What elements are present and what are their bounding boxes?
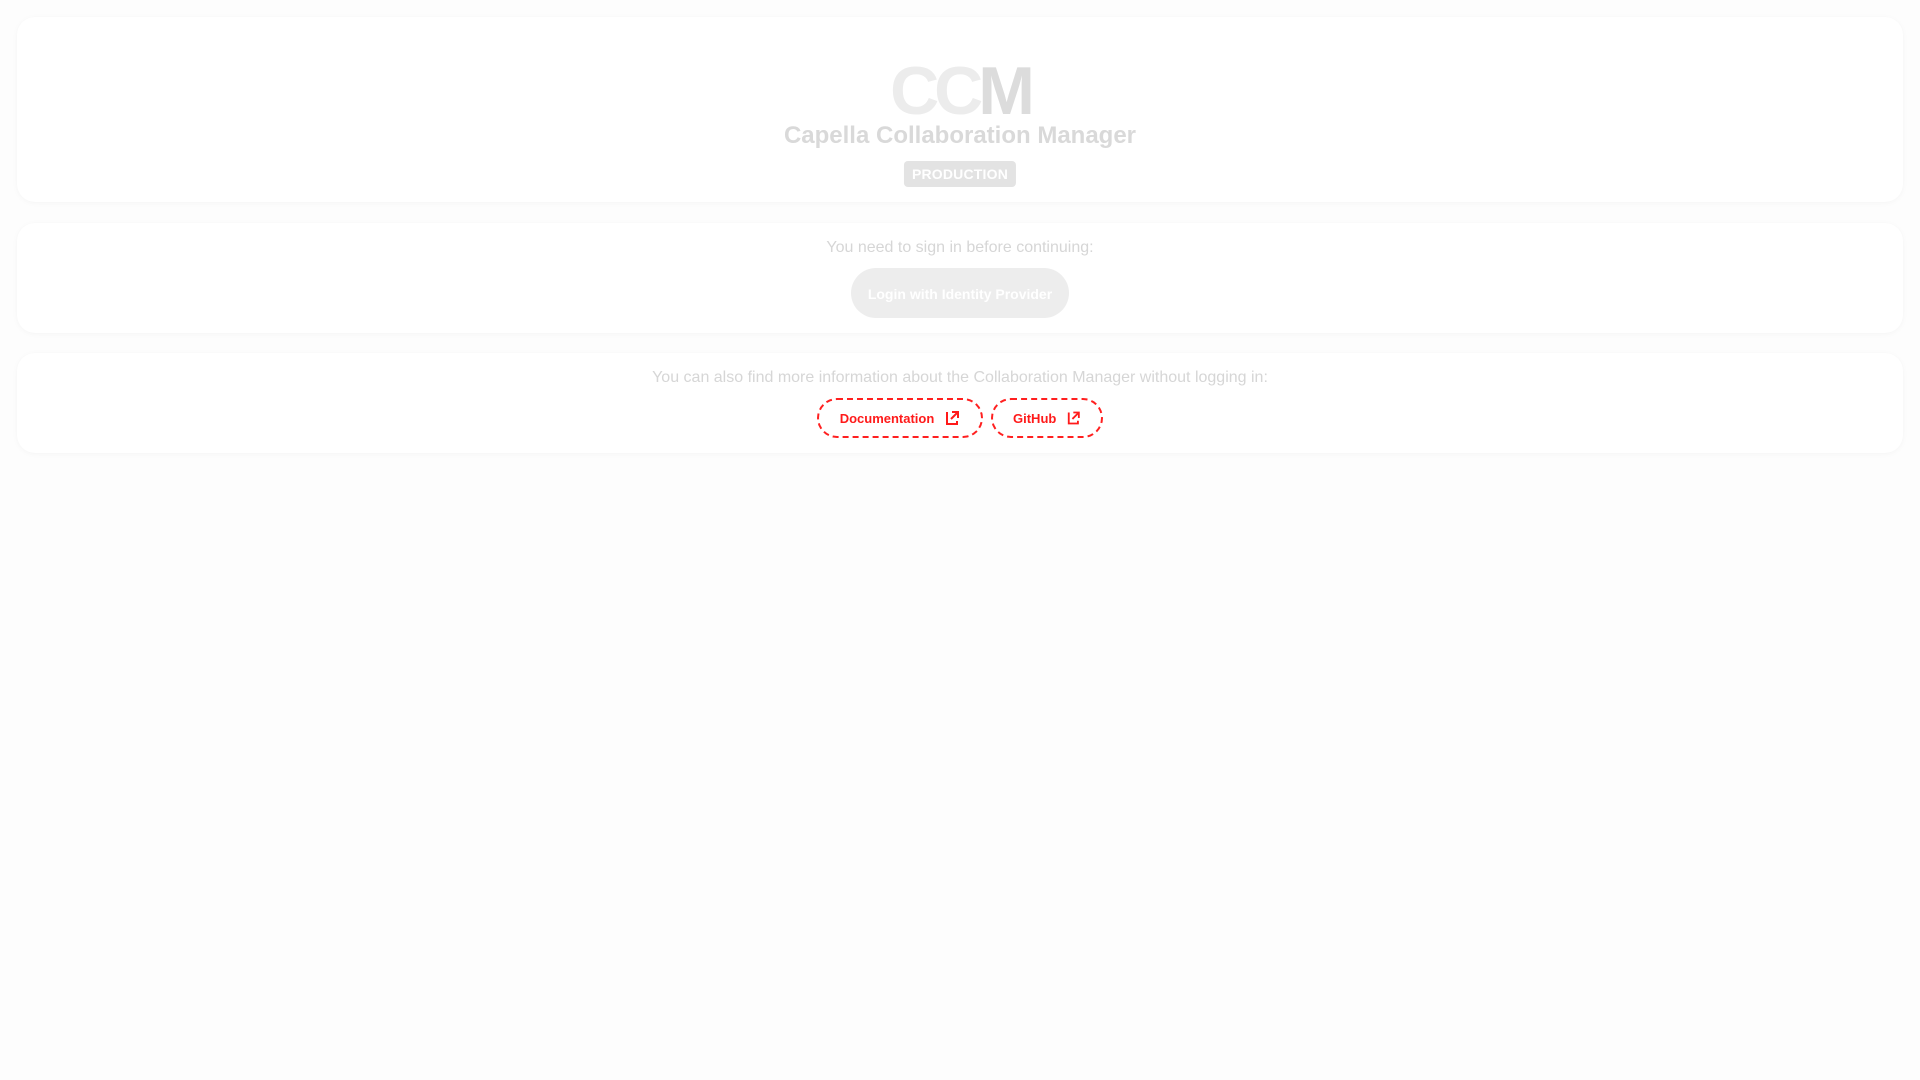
login-prompt: You need to sign in before continuing: xyxy=(826,239,1094,256)
github-link-label: GitHub xyxy=(1013,410,1057,426)
page: CCM Capella Collaboration Manager PRODUC… xyxy=(0,0,1920,1080)
logo-m: M xyxy=(978,53,1035,129)
open-in-new-icon xyxy=(1068,411,1081,425)
logo-cc: CC xyxy=(890,53,983,129)
login-card: You need to sign in before continuing: L… xyxy=(17,223,1903,333)
github-link[interactable]: GitHub xyxy=(991,398,1103,452)
info-text: You can also find more information about… xyxy=(652,369,1268,386)
ccm-logo: CCM xyxy=(17,51,1903,131)
documentation-link-label: Documentation xyxy=(839,410,935,426)
app-title: Capella Collaboration Manager xyxy=(783,122,1137,149)
environment-badge: PRODUCTION xyxy=(903,161,1017,187)
info-card: You can also find more information about… xyxy=(17,353,1903,453)
info-links: Documentation GitHub xyxy=(17,398,1903,452)
open-in-new-icon xyxy=(946,411,960,425)
documentation-link[interactable]: Documentation xyxy=(817,398,983,452)
header-card: CCM Capella Collaboration Manager PRODUC… xyxy=(17,17,1903,202)
login-button[interactable]: Login with Identity Provider xyxy=(851,268,1069,318)
